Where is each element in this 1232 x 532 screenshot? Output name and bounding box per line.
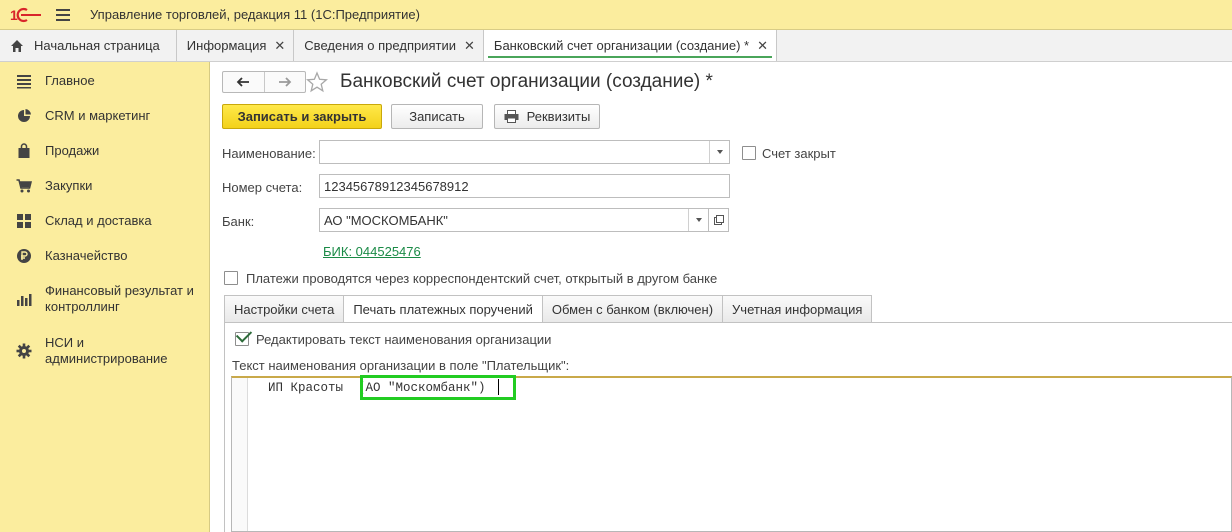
bank-dropdown-button[interactable] bbox=[688, 209, 708, 231]
sidebar-item-label: Продажи bbox=[45, 143, 100, 158]
bank-field[interactable]: АО "МОСКОМБАНК" bbox=[319, 208, 709, 232]
name-label: Наименование: bbox=[222, 146, 316, 161]
highlight-box bbox=[360, 375, 516, 400]
close-icon[interactable]: ✕ bbox=[464, 38, 475, 54]
back-button[interactable] bbox=[223, 72, 264, 92]
sidebar-item-warehouse[interactable]: Склад и доставка bbox=[0, 213, 210, 229]
sidebar-item-label: Склад и доставка bbox=[45, 213, 152, 228]
correspondent-account-checkbox[interactable] bbox=[224, 271, 238, 285]
form-tabs: Настройки счета Печать платежных поручен… bbox=[224, 295, 873, 323]
save-button[interactable]: Записать bbox=[391, 104, 483, 129]
tab-label: Банковский счет организации (создание) * bbox=[493, 38, 750, 53]
sidebar-item-label: CRM и маркетинг bbox=[45, 108, 151, 123]
details-button-label: Реквизиты bbox=[526, 109, 591, 124]
account-number-field[interactable]: 12345678912345678912 bbox=[319, 174, 730, 198]
main-menu-icon[interactable] bbox=[56, 8, 70, 21]
text-caret bbox=[498, 379, 499, 395]
sidebar: Главное CRM и маркетинг Продажи Закупки … bbox=[0, 62, 210, 532]
tab-label: Сведения о предприятии bbox=[304, 38, 456, 53]
gear-icon bbox=[16, 343, 32, 359]
tab-account-settings[interactable]: Настройки счета bbox=[224, 295, 345, 323]
chevron-down-icon bbox=[695, 218, 702, 222]
warehouse-grid-icon bbox=[17, 214, 31, 228]
edit-name-checkbox[interactable] bbox=[235, 326, 253, 346]
open-window-icon bbox=[713, 215, 724, 225]
favorite-star-icon[interactable] bbox=[306, 71, 328, 93]
tab-home[interactable]: Начальная страница bbox=[0, 30, 177, 61]
printer-icon bbox=[504, 110, 519, 123]
sidebar-item-label: Закупки bbox=[45, 178, 93, 193]
bik-link[interactable]: БИК: 044525476 bbox=[323, 244, 421, 259]
bank-label: Банк: bbox=[222, 214, 255, 229]
tab-accounting-info[interactable]: Учетная информация bbox=[723, 295, 873, 323]
save-and-close-button[interactable]: Записать и закрыть bbox=[222, 104, 382, 129]
1c-logo-icon[interactable]: 1 bbox=[10, 6, 42, 24]
sidebar-item-sales[interactable]: Продажи bbox=[0, 143, 210, 159]
window-tabs: Начальная страница Информация ✕ Сведения… bbox=[0, 30, 1232, 62]
page-title: Банковский счет организации (создание) * bbox=[340, 71, 713, 92]
shopping-bag-icon bbox=[18, 143, 30, 158]
name-dropdown-button[interactable] bbox=[709, 141, 729, 163]
correspondent-account-label: Платежи проводятся через корреспондентск… bbox=[246, 271, 718, 286]
tab-label: Начальная страница bbox=[34, 38, 160, 53]
title-bar: 1 Управление торговлей, редакция 11 (1С:… bbox=[0, 0, 1232, 30]
sidebar-item-label: НСИ и администрирование bbox=[45, 335, 168, 366]
text-gutter bbox=[232, 378, 248, 531]
account-number-label: Номер счета: bbox=[222, 180, 303, 195]
bank-open-button[interactable] bbox=[709, 208, 729, 232]
account-closed-checkbox[interactable] bbox=[742, 146, 756, 160]
home-icon bbox=[11, 39, 23, 52]
sidebar-item-main[interactable]: Главное bbox=[0, 73, 210, 89]
sidebar-item-label: Финансовый результат и контроллинг bbox=[45, 283, 194, 314]
list-icon bbox=[17, 75, 31, 89]
sidebar-item-financial-result[interactable]: Финансовый результат и контроллинг bbox=[0, 283, 210, 315]
tab-bank-account[interactable]: Банковский счет организации (создание) *… bbox=[483, 30, 777, 61]
account-closed-label: Счет закрыт bbox=[762, 146, 836, 161]
tab-company-info[interactable]: Сведения о предприятии ✕ bbox=[294, 30, 484, 61]
tab-label: Информация bbox=[186, 38, 267, 53]
details-button[interactable]: Реквизиты bbox=[494, 104, 600, 129]
chevron-down-icon bbox=[716, 150, 723, 154]
sidebar-item-label: Казначейство bbox=[45, 248, 128, 263]
history-nav bbox=[222, 71, 306, 93]
edit-name-label: Редактировать текст наименования организ… bbox=[256, 332, 552, 347]
sidebar-item-nsi-admin[interactable]: НСИ и администрирование bbox=[0, 335, 210, 367]
arrow-left-icon bbox=[236, 77, 250, 87]
payer-text-label: Текст наименования организации в поле "П… bbox=[232, 358, 570, 373]
name-field[interactable] bbox=[319, 140, 730, 164]
close-icon[interactable]: ✕ bbox=[757, 38, 768, 54]
pie-chart-icon bbox=[18, 109, 31, 122]
close-icon[interactable]: ✕ bbox=[274, 38, 285, 54]
forward-button[interactable] bbox=[263, 72, 306, 92]
arrow-right-icon bbox=[278, 77, 292, 87]
bar-chart-icon bbox=[17, 294, 32, 306]
sidebar-item-purchases[interactable]: Закупки bbox=[0, 178, 210, 194]
tab-payment-order-print[interactable]: Печать платежных поручений bbox=[344, 295, 543, 323]
form-area: Банковский счет организации (создание) *… bbox=[211, 62, 1232, 532]
tab-bank-exchange[interactable]: Обмен с банком (включен) bbox=[542, 295, 724, 323]
sidebar-item-label: Главное bbox=[45, 73, 95, 88]
bank-value: АО "МОСКОМБАНК" bbox=[324, 212, 448, 228]
sidebar-item-treasury[interactable]: Казначейство bbox=[0, 248, 210, 264]
sidebar-item-crm[interactable]: CRM и маркетинг bbox=[0, 108, 210, 124]
app-title: Управление торговлей, редакция 11 (1С:Пр… bbox=[90, 7, 420, 22]
tab-information[interactable]: Информация ✕ bbox=[177, 30, 295, 61]
ruble-coin-icon bbox=[17, 249, 31, 263]
account-number-value: 12345678912345678912 bbox=[324, 178, 469, 194]
cart-icon bbox=[16, 179, 32, 193]
